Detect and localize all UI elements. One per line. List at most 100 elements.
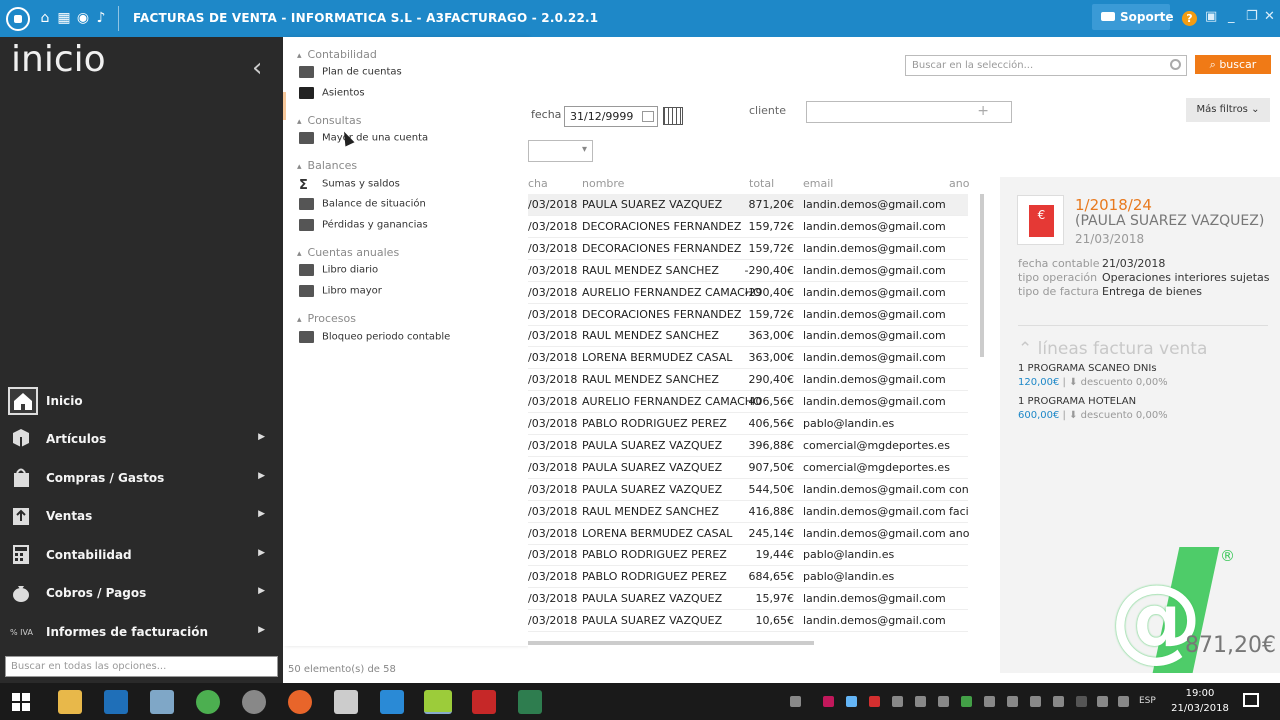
table-row[interactable]: /03/2018 PAULA SUAREZ VAZQUEZ 396,88€ comer… [528, 435, 968, 457]
table-row[interactable]: /03/2018 RAUL MENDEZ SANCHEZ 363,00€ landin… [528, 325, 968, 348]
sidebar-item-informes[interactable]: % IVA Informes de facturación ▶ [4, 614, 279, 650]
sidebar-item-inicio[interactable]: Inicio [4, 383, 279, 419]
table-row[interactable]: /03/2018 DECORACIONES FERNANDEZ 159,72€ lan… [528, 304, 968, 326]
submenu-group-balances[interactable]: Balances [297, 159, 358, 172]
submenu-item-plan-de-cuentas[interactable]: Plan de cuentas [299, 66, 402, 78]
internet-explorer-icon[interactable] [380, 690, 404, 714]
table-row[interactable]: /03/2018 AURELIO FERNANDEZ CAMACHO 406,56€… [528, 391, 968, 414]
cliente-field[interactable]: + [806, 101, 1012, 123]
table-row[interactable]: /03/2018 PAULA SUAREZ VAZQUEZ 10,65€ landin… [528, 610, 968, 633]
pdf-reader-icon[interactable] [472, 690, 496, 714]
tool-app-icon[interactable] [242, 690, 266, 714]
column-header-fecha[interactable]: cha [528, 177, 548, 190]
column-header-email[interactable]: email [803, 177, 833, 190]
outlook-icon[interactable] [104, 690, 128, 714]
cloud-icon[interactable] [892, 696, 903, 707]
submenu-group-consultas[interactable]: Consultas [297, 114, 362, 127]
submenu-item-perdidas-y-ganancias[interactable]: Pérdidas y ganancias [299, 219, 428, 231]
skype-icon[interactable] [1030, 696, 1041, 707]
submenu-item-asientos[interactable]: Asientos [299, 87, 365, 99]
tray-app-icon[interactable] [984, 696, 995, 707]
table-row[interactable]: /03/2018 LORENA BERMUDEZ CASAL 363,00€ land… [528, 347, 968, 370]
tray-app-icon[interactable] [938, 696, 949, 707]
tray-app-icon[interactable] [869, 696, 880, 707]
lineas-factura-title[interactable]: ⌃ líneas factura venta [1018, 339, 1207, 359]
table-row[interactable]: /03/2018 PABLO RODRIGUEZ PEREZ 684,65€ pabl… [528, 566, 968, 589]
calendar-grid-icon[interactable] [663, 107, 683, 125]
grid-apps-icon[interactable]: ▦ [56, 10, 72, 26]
table-row[interactable]: /03/2018 PAULA SUAREZ VAZQUEZ 871,20€ landi… [528, 194, 968, 216]
soporte-button[interactable]: Soporte [1092, 4, 1174, 30]
submenu-item-balance-de-situacion[interactable]: Balance de situación [299, 198, 426, 210]
tray-app-icon[interactable] [1007, 696, 1018, 707]
add-icon[interactable]: + [977, 103, 989, 119]
notes-app-icon[interactable] [150, 690, 174, 714]
minimize-icon[interactable]: _ [1228, 9, 1235, 24]
tray-app-icon[interactable] [846, 696, 857, 707]
submenu-item-bloqueo-periodo-contable[interactable]: Bloqueo periodo contable [299, 331, 450, 343]
submenu-item-libro-diario[interactable]: Libro diario [299, 264, 378, 276]
fecha-field[interactable]: 31/12/9999 [564, 106, 658, 127]
firefox-icon[interactable] [288, 690, 312, 714]
table-row[interactable]: /03/2018 PAULA SUAREZ VAZQUEZ 15,97€ landin… [528, 588, 968, 611]
notifications-icon[interactable] [1243, 693, 1259, 707]
column-header-ano[interactable]: ano [949, 177, 969, 190]
table-row[interactable]: /03/2018 LORENA BERMUDEZ CASAL 245,14€ land… [528, 523, 969, 545]
table-row[interactable]: /03/2018 PAULA SUAREZ VAZQUEZ 544,50€ landi… [528, 479, 969, 501]
column-header-nombre[interactable]: nombre [582, 177, 624, 190]
tray-app-icon[interactable] [1053, 696, 1064, 707]
sidebar-item-ventas[interactable]: Ventas ▶ [4, 498, 279, 534]
bell-icon[interactable]: ♪ [93, 10, 109, 26]
submenu-group-contabilidad[interactable]: Contabilidad [297, 48, 377, 61]
network-icon[interactable] [1097, 696, 1108, 707]
invoice-number[interactable]: 1/2018/24 [1075, 196, 1152, 214]
column-header-total[interactable]: total [749, 177, 774, 190]
sidebar-item-articulos[interactable]: Artículos ▶ [4, 421, 279, 457]
language-indicator[interactable]: ESP [1139, 696, 1156, 706]
sidebar-search-input[interactable]: Buscar en todas las opciones... [5, 656, 278, 677]
table-row[interactable]: /03/2018 RAUL MENDEZ SANCHEZ 416,88€ landin… [528, 501, 969, 523]
clock-time[interactable]: 19:00 [1170, 688, 1230, 699]
table-row[interactable]: /03/2018 PABLO RODRIGUEZ PEREZ 406,56€ pabl… [528, 413, 968, 435]
chevron-up-icon[interactable] [1076, 696, 1087, 707]
tray-app-icon[interactable] [823, 696, 834, 707]
table-row[interactable]: /03/2018 RAUL MENDEZ SANCHEZ -290,40€ landi… [528, 260, 968, 282]
restore-icon[interactable]: ❐ [1246, 9, 1258, 24]
volume-icon[interactable] [1118, 696, 1129, 707]
chrome-icon[interactable] [196, 690, 220, 714]
a3factura-app-icon[interactable] [424, 690, 452, 714]
camtasia-icon[interactable] [518, 690, 542, 714]
sidebar-item-cobros-pagos[interactable]: Cobros / Pagos ▶ [4, 575, 279, 611]
close-icon[interactable]: ✕ [1264, 9, 1275, 24]
submenu-item-mayor-de-una-cuenta[interactable]: Mayor de una cuenta [299, 132, 428, 144]
printer-icon[interactable] [915, 696, 926, 707]
record-icon[interactable]: ◉ [75, 10, 91, 26]
table-row[interactable]: /03/2018 AURELIO FERNANDEZ CAMACHO -290,40… [528, 282, 968, 304]
submenu-group-procesos[interactable]: Procesos [297, 312, 356, 325]
submenu-item-libro-mayor[interactable]: Libro mayor [299, 285, 382, 297]
app-logo-icon[interactable] [6, 7, 30, 31]
home-icon[interactable]: ⌂ [37, 10, 53, 26]
tray-app-icon[interactable] [961, 696, 972, 707]
table-row[interactable]: /03/2018 DECORACIONES FERNANDEZ 159,72€ lan… [528, 216, 968, 238]
help-icon[interactable]: ? [1182, 11, 1197, 26]
windows-start-icon[interactable] [11, 692, 31, 712]
submenu-item-sumas-y-saldos[interactable]: Σ Sumas y saldos [299, 178, 400, 193]
info-icon[interactable]: ▣ [1205, 9, 1217, 24]
table-row[interactable]: /03/2018 RAUL MENDEZ SANCHEZ 290,40€ landin… [528, 369, 968, 392]
table-row[interactable]: /03/2018 PAULA SUAREZ VAZQUEZ 907,50€ comer… [528, 457, 968, 479]
filter-dropdown[interactable] [528, 140, 593, 162]
calendar-icon[interactable] [642, 111, 654, 122]
vertical-scrollbar[interactable] [980, 194, 984, 357]
sidebar-item-contabilidad[interactable]: Contabilidad ▶ [4, 537, 279, 573]
chevron-left-icon[interactable]: ‹ [252, 53, 262, 83]
buscar-button[interactable]: ⌕ buscar [1195, 55, 1271, 74]
search-input[interactable]: Buscar en la selección... [905, 55, 1187, 76]
table-row[interactable]: /03/2018 PABLO RODRIGUEZ PEREZ 19,44€ pablo… [528, 544, 968, 567]
people-icon[interactable] [790, 696, 801, 707]
submenu-group-cuentas-anuales[interactable]: Cuentas anuales [297, 246, 400, 259]
table-row[interactable]: /03/2018 DECORACIONES FERNANDEZ 159,72€ lan… [528, 238, 968, 260]
mas-filtros-button[interactable]: Más filtros ⌄ [1186, 98, 1270, 122]
horizontal-scrollbar[interactable] [528, 641, 814, 645]
file-explorer-icon[interactable] [58, 690, 82, 714]
